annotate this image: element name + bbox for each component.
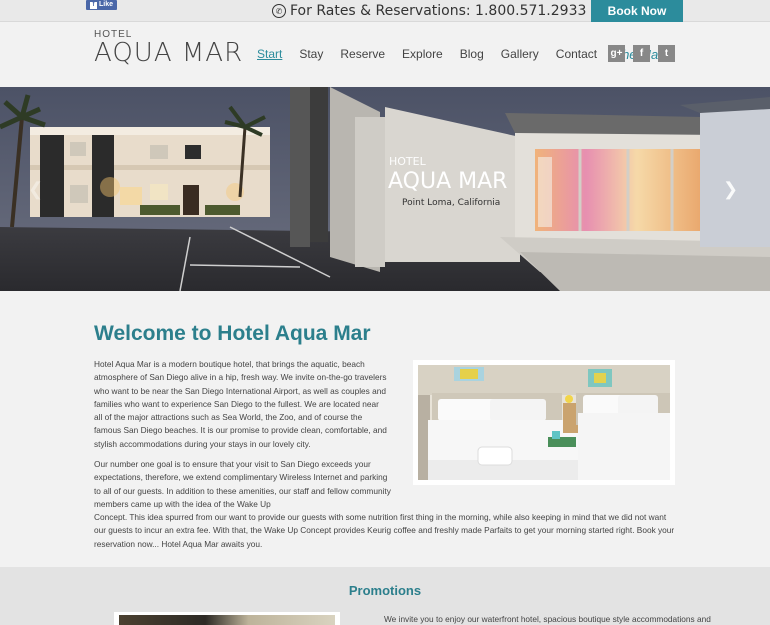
promotion-image-content — [119, 615, 335, 625]
hero-image: HOTEL AQUA MAR Point Loma, California — [0, 87, 770, 291]
nav-item-reserve[interactable]: Reserve — [340, 47, 385, 62]
book-now-button[interactable]: Book Now — [591, 0, 683, 22]
reservations-info: ✆ For Rates & Reservations: 1.800.571.29… — [272, 2, 586, 20]
twitter-icon[interactable]: t — [658, 45, 675, 62]
sign-text-location: Point Loma, California — [402, 198, 500, 208]
site-header: HOTEL AQUA MAR Start Stay Reserve Explor… — [0, 22, 770, 87]
nav-item-stay[interactable]: Stay — [299, 47, 323, 62]
room-image — [418, 365, 670, 480]
sign-text-aqua-mar: AQUA MAR — [388, 169, 507, 194]
promotion-image — [114, 612, 340, 625]
promotions-heading: Promotions — [348, 583, 422, 598]
welcome-paragraph-2-wide: Concept. This idea spurred from our want… — [94, 512, 675, 549]
facebook-like-label: Like — [99, 1, 114, 8]
nav-item-start[interactable]: Start — [257, 47, 282, 62]
promotions-text: We invite you to enjoy our waterfront ho… — [384, 614, 711, 624]
welcome-paragraph-1: Hotel Aqua Mar is a modern boutique hote… — [94, 359, 387, 449]
welcome-heading: Welcome to Hotel Aqua Mar — [94, 322, 371, 345]
top-bar: f Like ✆ For Rates & Reservations: 1.800.… — [0, 0, 770, 22]
social-links: g+ f t — [608, 45, 675, 62]
main-nav: Start Stay Reserve Explore Blog Gallery … — [257, 47, 663, 62]
logo-line-2: AQUA MAR — [94, 38, 244, 68]
slider-next-arrow[interactable]: ❯ — [723, 179, 738, 200]
hotel-logo[interactable]: HOTEL AQUA MAR — [94, 30, 244, 68]
facebook-icon[interactable]: f — [633, 45, 650, 62]
hero-slider: HOTEL AQUA MAR Point Loma, California ❮ … — [0, 87, 770, 291]
nav-item-blog[interactable]: Blog — [460, 47, 484, 62]
sign-text-hotel: HOTEL — [389, 155, 427, 168]
welcome-paragraph-2-narrow: Our number one goal is to ensure that yo… — [94, 459, 391, 509]
slider-prev-arrow[interactable]: ❮ — [28, 179, 43, 200]
facebook-like-button[interactable]: f Like — [86, 0, 118, 10]
room-photo — [413, 360, 675, 485]
google-plus-icon[interactable]: g+ — [608, 45, 625, 62]
phone-icon: ✆ — [272, 4, 286, 18]
facebook-icon: f — [90, 2, 97, 9]
nav-item-gallery[interactable]: Gallery — [501, 47, 539, 62]
reservations-text: For Rates & Reservations: 1.800.571.2933 — [290, 3, 587, 19]
nav-item-contact[interactable]: Contact — [556, 47, 597, 62]
nav-item-explore[interactable]: Explore — [402, 47, 443, 62]
